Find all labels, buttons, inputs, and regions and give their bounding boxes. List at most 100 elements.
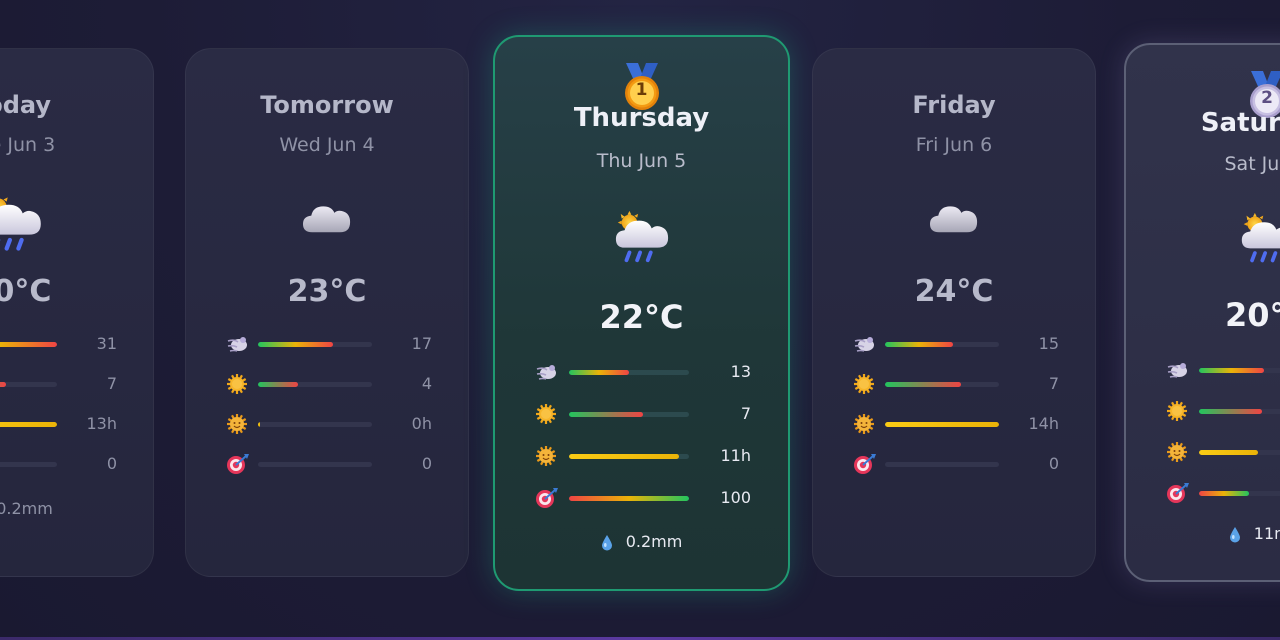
day-title: Friday	[912, 91, 996, 119]
score-target-icon	[1166, 482, 1190, 508]
metric-bar	[885, 342, 999, 347]
precipitation: 0.2mm	[0, 498, 153, 518]
metric-bar	[0, 382, 57, 387]
day-card-tomorrow[interactable]: Tomorrow Wed Jun 4 23°C 17 4 0h 0	[185, 48, 469, 577]
metric-bar-fill	[0, 342, 57, 347]
metric-row-sunshine-hours: 0h	[186, 409, 468, 439]
metric-row-score-target	[1126, 478, 1280, 508]
metric-bar-fill	[1199, 368, 1264, 373]
day-date: Thu Jun 5	[596, 150, 687, 172]
metric-value: 0	[1048, 454, 1059, 473]
metric-bar-fill	[1199, 450, 1258, 455]
uv-sun-icon	[853, 373, 875, 399]
day-card-friday[interactable]: Friday Fri Jun 6 24°C 15 7 14h 0	[812, 48, 1096, 577]
metric-row-score-target: 0	[813, 449, 1095, 479]
metric-value: 7	[740, 404, 751, 423]
metric-row-wind: 17	[186, 329, 468, 359]
metric-row-sunshine-hours: 14h	[813, 409, 1095, 439]
temperature: 24°C	[914, 274, 994, 309]
metric-value: 7	[1048, 374, 1059, 393]
metric-value: 17	[411, 334, 432, 353]
metric-value: 0h	[411, 414, 432, 433]
wind-icon	[226, 333, 250, 359]
metric-bar-fill	[569, 454, 680, 459]
metric-value: 4	[421, 374, 432, 393]
metric-bar	[885, 382, 999, 387]
metric-bar	[569, 454, 689, 459]
sunshine-hours-icon	[853, 413, 875, 439]
metric-bar	[569, 412, 689, 417]
metric-row-sunshine-hours: 13h	[0, 409, 153, 439]
sun-cloud-rain-icon	[1239, 211, 1280, 268]
precipitation: 0.2mm	[495, 531, 788, 551]
metric-value: 11h	[720, 446, 752, 465]
water-drop-icon	[1229, 524, 1249, 543]
day-date: Sat Jun 7	[1224, 153, 1280, 175]
uv-sun-icon	[226, 373, 248, 399]
metric-bar-fill	[569, 370, 629, 375]
day-card-today[interactable]: Today Tue Jun 3 20°C 31 7 13h 0 0.2mm	[0, 48, 154, 577]
metric-bar	[1199, 450, 1280, 455]
score-target-icon	[853, 453, 877, 479]
day-card-saturday[interactable]: 2 Saturday Sat Jun 7 20°C 11mm	[1124, 43, 1280, 582]
metric-bar-fill	[885, 422, 999, 427]
day-title: Today	[0, 91, 51, 119]
metric-bar	[1199, 491, 1280, 496]
wind-icon	[1166, 359, 1190, 385]
metric-value: 15	[1038, 334, 1059, 353]
metric-bar-fill	[1199, 409, 1262, 414]
score-target-icon	[535, 487, 559, 513]
metric-bar	[258, 422, 372, 427]
forecast-carousel: Today Tue Jun 3 20°C 31 7 13h 0 0.2mm Tomor…	[0, 0, 1280, 640]
metric-bar-fill	[258, 422, 261, 427]
sun-cloud-rain-icon	[613, 209, 671, 268]
medal-rank: 1	[635, 80, 648, 100]
metric-row-score-target: 0	[186, 449, 468, 479]
metric-bar-fill	[0, 382, 6, 387]
sun-cloud-rain-icon	[0, 192, 44, 257]
medal-rank: 2	[1261, 88, 1273, 108]
cloud-icon	[299, 199, 355, 240]
wind-icon	[853, 333, 877, 359]
metric-bar-fill	[258, 342, 334, 347]
day-card-thursday[interactable]: 1 Thursday Thu Jun 5 22°C 13 7 11h 100 0.2m…	[493, 35, 790, 591]
metric-bar	[0, 342, 57, 347]
metric-value: 0	[421, 454, 432, 473]
metric-bar-fill	[258, 382, 298, 387]
metric-value: 31	[96, 334, 117, 353]
metric-bar	[0, 422, 57, 427]
metric-value: 7	[106, 374, 117, 393]
precipitation: 11mm	[1126, 523, 1280, 543]
sunshine-hours-icon	[226, 413, 248, 439]
metric-bar	[885, 462, 999, 467]
metric-row-uv-sun: 7	[813, 369, 1095, 399]
precipitation-value: 0.2mm	[0, 499, 53, 518]
day-title: Tomorrow	[260, 91, 394, 119]
day-date: Wed Jun 4	[279, 134, 375, 156]
metric-row-wind: 15	[813, 329, 1095, 359]
metric-bar	[1199, 368, 1280, 373]
temperature: 20°C	[1224, 296, 1280, 334]
metric-bar	[258, 342, 372, 347]
metric-row-score-target: 100	[495, 483, 788, 513]
metric-bar-fill	[885, 382, 962, 387]
metric-bar-fill	[0, 422, 57, 427]
metric-row-sunshine-hours	[1126, 437, 1280, 467]
day-date: Fri Jun 6	[915, 134, 993, 156]
metric-row-wind	[1126, 355, 1280, 385]
day-title: Thursday	[573, 103, 710, 133]
precipitation-value: 11mm	[1253, 524, 1280, 543]
metric-bar-fill	[885, 342, 954, 347]
wind-icon	[535, 361, 559, 387]
metric-bar	[885, 422, 999, 427]
metric-bar	[1199, 409, 1280, 414]
metric-row-wind: 31	[0, 329, 153, 359]
temperature: 23°C	[287, 274, 367, 309]
metric-row-uv-sun: 4	[186, 369, 468, 399]
metric-bar	[569, 370, 689, 375]
day-date: Tue Jun 3	[0, 134, 56, 156]
metric-bar	[258, 462, 372, 467]
temperature: 22°C	[599, 298, 684, 336]
metric-row-uv-sun	[1126, 396, 1280, 426]
metric-bar-fill	[1199, 491, 1249, 496]
